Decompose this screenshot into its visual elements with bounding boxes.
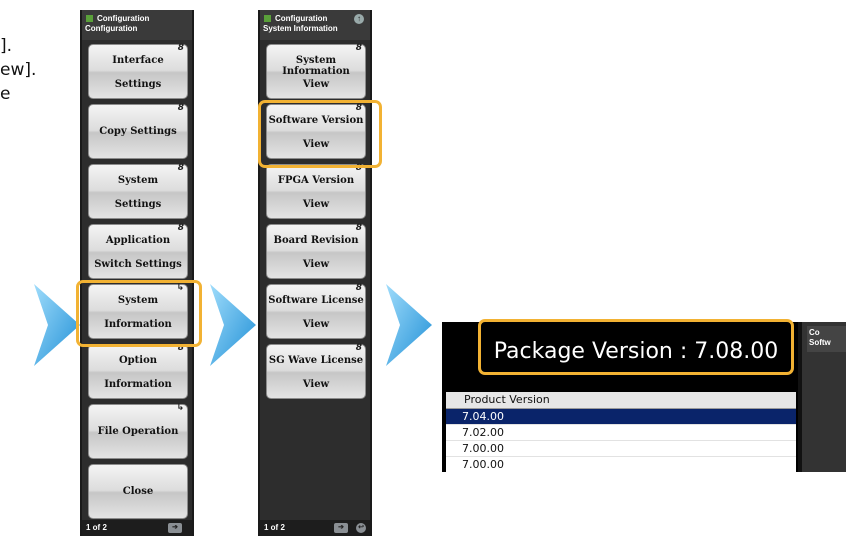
instruction-line-2: ew]. (0, 60, 37, 80)
softkey-label: Close (122, 486, 154, 497)
softkey-label: View (302, 319, 330, 330)
softkey-label: Application (105, 235, 171, 246)
configuration-softkey-panel: Configuration Configuration 8 Interface … (80, 10, 194, 536)
submenu-icon: 8 (177, 163, 184, 173)
submenu-icon: 8 (355, 343, 362, 353)
softkey-label: Information (104, 379, 172, 390)
softkey-label: SG Wave License (268, 355, 364, 366)
softkey-application-switch-settings[interactable]: 8 Application Switch Settings (88, 223, 188, 279)
softkey-label: Copy Settings (99, 126, 177, 137)
softkey-software-license-view[interactable]: 8 Software License View (266, 283, 366, 339)
softkey-label: Switch Settings (94, 259, 182, 270)
softkey-label: System (117, 175, 159, 186)
softkey-label: Board Revision (273, 235, 359, 246)
panel-subtitle: System Information (263, 24, 338, 33)
softkey-label: Settings (114, 199, 162, 210)
submenu-icon: 8 (177, 223, 184, 233)
system-information-softkey-panel: Configuration System Information ↑ 8 Sys… (258, 10, 372, 536)
softkey-copy-settings[interactable]: 8 Copy Settings (88, 103, 188, 159)
softkey-label: View (302, 259, 330, 270)
softkey-label: View (302, 199, 330, 210)
softkey-system-information-view[interactable]: 8 System Information View (266, 43, 366, 99)
page-indicator: 1 of 2 (264, 523, 285, 532)
right-arrow-icon (34, 284, 80, 366)
highlight-box (76, 280, 202, 347)
softkey-file-operation[interactable]: ↳ File Operation (88, 403, 188, 459)
return-icon[interactable]: ↩ (356, 523, 366, 533)
column-header: Product Version (446, 392, 796, 409)
app-logo-icon (264, 15, 271, 22)
softkey-board-revision-view[interactable]: 8 Board Revision View (266, 223, 366, 279)
right-arrow-icon (386, 284, 432, 366)
softkey-option-information[interactable]: 8 Option Information (88, 343, 188, 399)
product-version-table: Product Version 7.04.00 7.02.00 7.00.00 … (446, 392, 796, 472)
panel-header: Configuration System Information ↑ (260, 10, 370, 40)
table-row[interactable]: 7.00.00 (446, 457, 796, 472)
panel-footer: 1 of 2 ➔ (82, 520, 192, 536)
softkey-label: Option (118, 355, 158, 366)
softkey-label: FPGA Version (277, 175, 355, 186)
up-arrow-icon[interactable]: ↑ (354, 14, 364, 24)
panel-header: Configuration Configuration (82, 10, 192, 40)
panel-title: Configuration (97, 14, 150, 23)
instruction-line-3: e (0, 84, 11, 104)
softkey-label: System Information (282, 55, 350, 77)
instruction-text: ]. ew]. e (0, 34, 36, 106)
softkey-fpga-version-view[interactable]: 8 FPGA Version View (266, 163, 366, 219)
submenu-icon: 8 (177, 103, 184, 113)
panel-subtitle: Configuration (85, 24, 138, 33)
softkey-sg-wave-license-view[interactable]: 8 SG Wave License View (266, 343, 366, 399)
softkey-system-settings[interactable]: 8 System Settings (88, 163, 188, 219)
softkey-label: View (302, 379, 330, 390)
next-page-icon[interactable]: ➔ (334, 523, 348, 533)
table-row[interactable]: 7.00.00 (446, 441, 796, 457)
submenu-icon: 8 (355, 43, 362, 53)
softkey-close[interactable]: Close (88, 464, 188, 519)
softkey-label: Software License (268, 295, 364, 306)
table-row[interactable]: 7.02.00 (446, 425, 796, 441)
app-logo-icon (86, 15, 93, 22)
submenu-icon: 8 (177, 43, 184, 53)
page-indicator: 1 of 2 (86, 523, 107, 532)
panel-footer: 1 of 2 ➔ ↩ (260, 520, 370, 536)
highlight-box (258, 100, 382, 168)
submenu-icon: 8 (355, 223, 362, 233)
softkey-label: View (302, 79, 330, 90)
highlight-box (478, 319, 794, 375)
side-panel-header: Co Softw (807, 326, 846, 352)
table-row[interactable]: 7.04.00 (446, 409, 796, 425)
side-subtitle: Softw (809, 338, 831, 347)
submenu-icon: 8 (355, 283, 362, 293)
softkey-label: Settings (114, 79, 162, 90)
softkey-interface-settings[interactable]: 8 Interface Settings (88, 43, 188, 99)
instruction-line-1: ]. (0, 36, 13, 56)
next-page-icon[interactable]: ➔ (168, 523, 182, 533)
side-title: Co (809, 328, 820, 337)
softkey-label: File Operation (97, 426, 179, 437)
right-arrow-icon (210, 284, 256, 366)
softkey-label: Interface (112, 55, 164, 66)
submenu-arrow-icon: ↳ (176, 403, 184, 413)
